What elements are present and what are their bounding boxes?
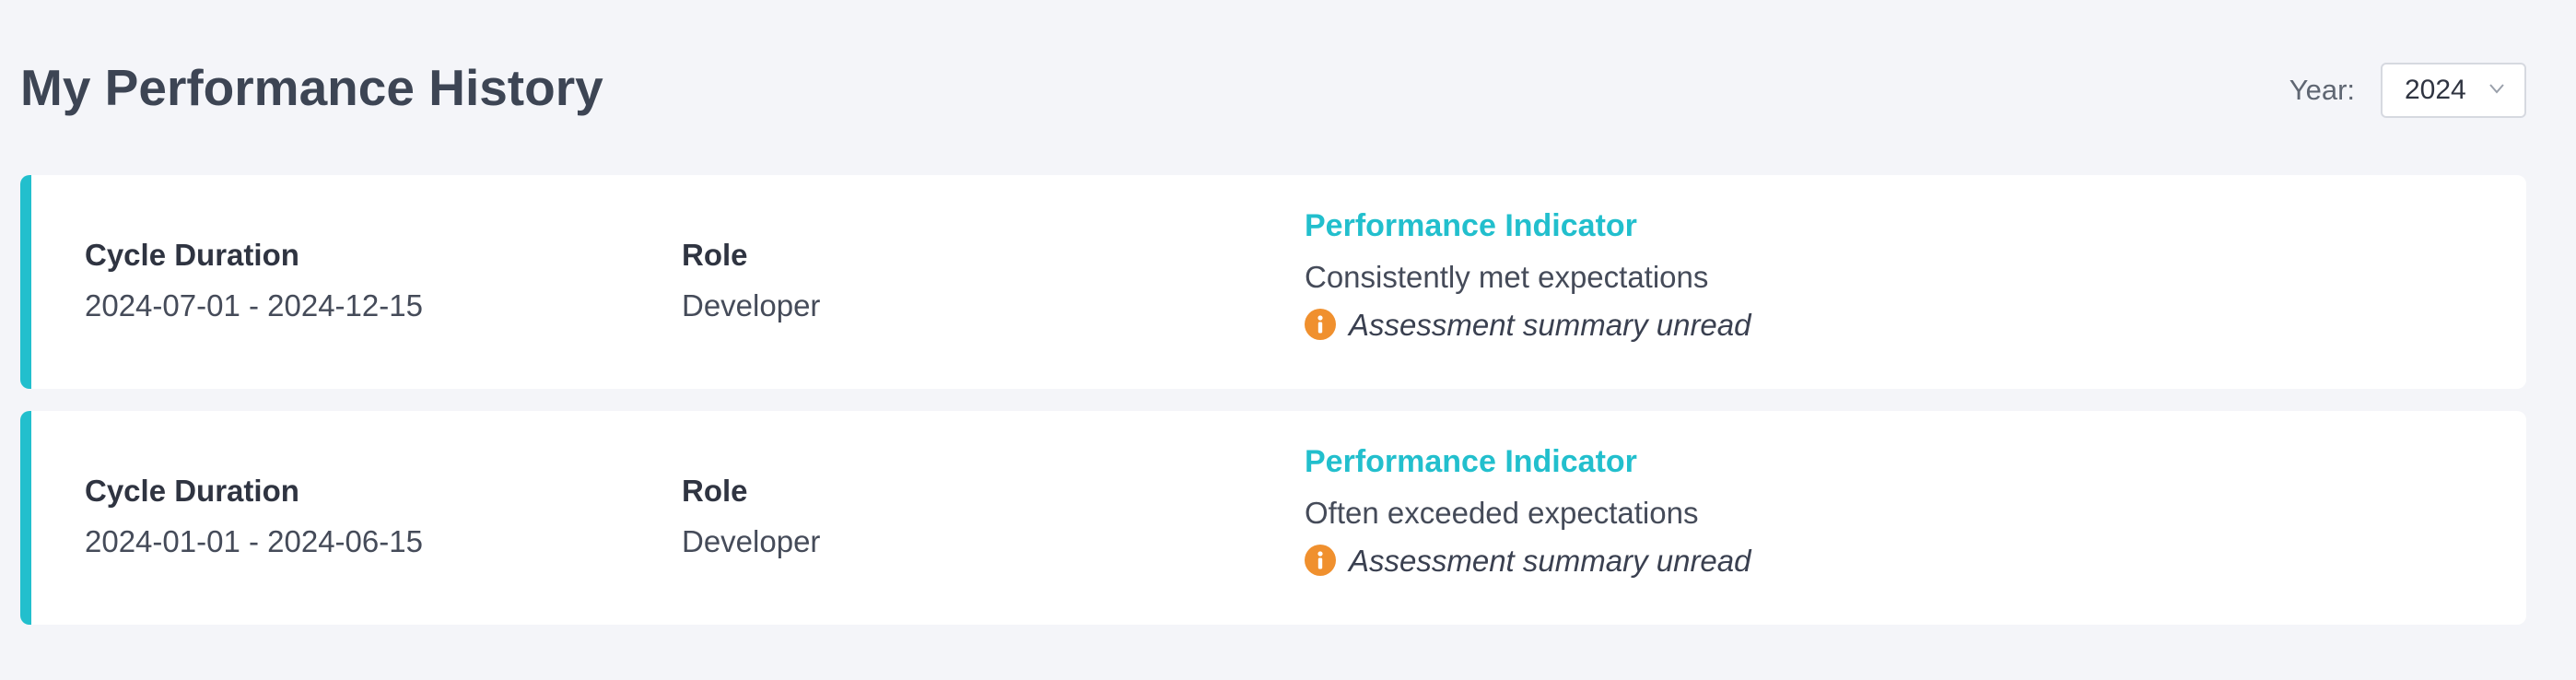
- performance-indicator-value: Often exceeded expectations: [1305, 496, 1699, 530]
- cycle-duration-column: Cycle Duration 2024-01-01 - 2024-06-15: [85, 475, 423, 557]
- performance-record-card[interactable]: Cycle Duration 2024-01-01 - 2024-06-15 R…: [20, 411, 2526, 625]
- cycle-duration-column: Cycle Duration 2024-07-01 - 2024-12-15: [85, 240, 423, 321]
- assessment-notice-text: Assessment summary unread: [1349, 543, 1751, 578]
- role-column: Role Developer: [682, 240, 820, 321]
- role-value: Developer: [682, 524, 821, 558]
- card-accent-bar: [20, 175, 31, 389]
- info-icon: [1305, 545, 1336, 576]
- cycle-duration-label: Cycle Duration: [85, 474, 299, 508]
- assessment-notice: Assessment summary unread: [1305, 309, 1751, 340]
- year-label: Year:: [2289, 74, 2355, 106]
- performance-history-list: Cycle Duration 2024-07-01 - 2024-12-15 R…: [20, 175, 2526, 647]
- role-label: Role: [682, 474, 748, 508]
- card-accent-bar: [20, 411, 31, 625]
- performance-indicator-title: Performance Indicator: [1305, 444, 1637, 479]
- cycle-duration-value: 2024-01-01 - 2024-06-15: [85, 524, 423, 558]
- performance-column: Performance Indicator Often exceeded exp…: [1305, 446, 1751, 576]
- assessment-notice-text: Assessment summary unread: [1349, 307, 1751, 342]
- page-title: My Performance History: [20, 59, 603, 116]
- info-icon: [1305, 309, 1336, 340]
- performance-record-card[interactable]: Cycle Duration 2024-07-01 - 2024-12-15 R…: [20, 175, 2526, 389]
- role-column: Role Developer: [682, 475, 820, 557]
- assessment-notice: Assessment summary unread: [1305, 545, 1751, 576]
- role-label: Role: [682, 238, 748, 272]
- role-value: Developer: [682, 288, 821, 322]
- year-select[interactable]: 2024: [2381, 63, 2526, 118]
- cycle-duration-value: 2024-07-01 - 2024-12-15: [85, 288, 423, 322]
- chevron-down-icon: [2489, 84, 2504, 94]
- performance-indicator-title: Performance Indicator: [1305, 208, 1637, 243]
- cycle-duration-label: Cycle Duration: [85, 238, 299, 272]
- performance-indicator-value: Consistently met expectations: [1305, 260, 1709, 294]
- year-select-value: 2024: [2405, 75, 2466, 105]
- performance-column: Performance Indicator Consistently met e…: [1305, 210, 1751, 340]
- year-filter: Year: 2024: [2289, 63, 2526, 118]
